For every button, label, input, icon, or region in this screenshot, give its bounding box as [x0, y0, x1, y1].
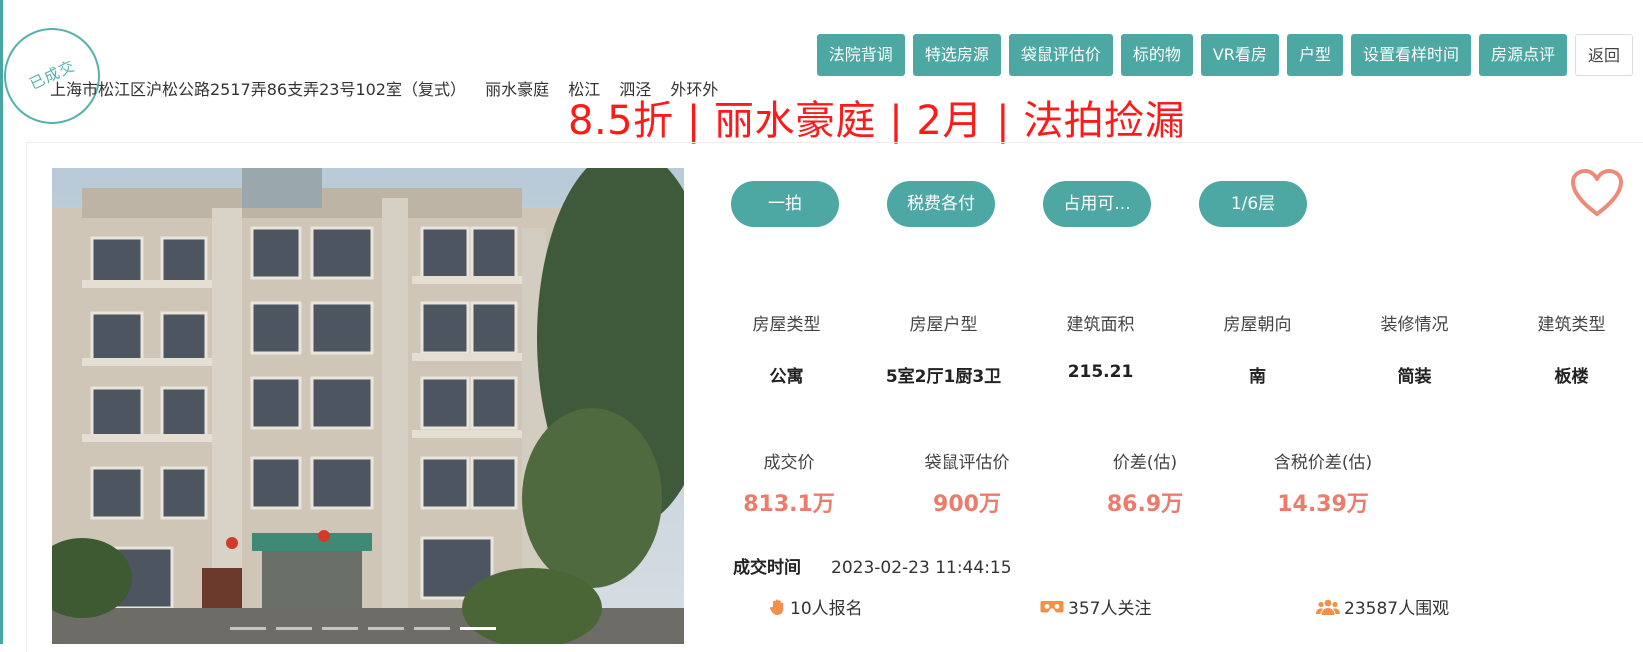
- attribute-label: 装修情况: [1380, 315, 1449, 335]
- left-accent-bar: [0, 0, 3, 644]
- engagement-stats: 10人报名 357人关注 23587人围观: [768, 594, 1588, 619]
- deal-time-label: 成交时间: [733, 558, 801, 578]
- attribute-label: 房屋朝向: [1223, 315, 1292, 335]
- listing-tags: 一拍 税费各付 占用可... 1/6层: [731, 181, 1307, 227]
- follow-count: 357人关注: [1068, 599, 1152, 619]
- valuation-button[interactable]: 袋鼠评估价: [1008, 34, 1113, 76]
- back-button[interactable]: 返回: [1574, 34, 1633, 76]
- attribute-item: 装修情况 简装: [1336, 310, 1493, 387]
- carousel-dot[interactable]: [230, 627, 266, 630]
- attribute-value: 公寓: [769, 367, 804, 387]
- follow-stat: 357人关注: [1040, 594, 1151, 619]
- group-icon: [1316, 599, 1340, 615]
- vr-tour-button[interactable]: VR看房: [1200, 34, 1279, 76]
- floorplan-button[interactable]: 户型: [1286, 34, 1343, 76]
- set-viewing-time-button[interactable]: 设置看样时间: [1350, 34, 1471, 76]
- attribute-value: 简装: [1397, 367, 1432, 387]
- price-item: 价差(估) 86.9万: [1056, 448, 1234, 518]
- auction-round-tag: 一拍: [731, 181, 839, 227]
- valuation-price-value: 900万: [933, 492, 1001, 517]
- carousel-dot-active[interactable]: [460, 627, 496, 630]
- price-diff-value: 86.9万: [1106, 492, 1184, 517]
- heart-icon[interactable]: [1570, 168, 1624, 218]
- price-label: 价差(估): [1112, 453, 1178, 473]
- address-tag: 丽水豪庭: [485, 80, 550, 99]
- vr-glasses-icon: [1040, 600, 1064, 612]
- attribute-label: 建筑类型: [1537, 315, 1606, 335]
- address-text: 上海市松江区沪松公路2517弄86支弄23号102室（复式）: [50, 80, 466, 99]
- attribute-item: 房屋类型 公寓: [708, 310, 865, 387]
- attribute-value: 5室2厅1厨3卫: [885, 367, 1002, 387]
- featured-listings-button[interactable]: 特选房源: [912, 34, 1001, 76]
- deal-price-value: 813.1万: [743, 492, 835, 517]
- attribute-item: 房屋朝向 南: [1179, 310, 1336, 387]
- price-item: 袋鼠评估价 900万: [878, 448, 1056, 518]
- headline: 8.5折 | 丽水豪庭 | 2月 | 法拍捡漏: [568, 98, 1186, 144]
- price-label: 袋鼠评估价: [924, 453, 1010, 473]
- attribute-value: 215.21: [1067, 362, 1134, 382]
- signup-stat: 10人报名: [768, 594, 863, 619]
- occupancy-tag: 占用可...: [1043, 181, 1151, 227]
- price-item: 含税价差(估) 14.39万: [1234, 448, 1412, 518]
- view-stat: 23587人围观: [1316, 594, 1449, 619]
- listing-review-button[interactable]: 房源点评: [1478, 34, 1567, 76]
- hand-icon: [769, 599, 784, 615]
- price-label: 成交价: [763, 453, 815, 473]
- price-label: 含税价差(估): [1273, 453, 1373, 473]
- attribute-item: 建筑类型 板楼: [1493, 310, 1643, 387]
- attribute-item: 建筑面积 215.21: [1022, 310, 1179, 387]
- tax-tag: 税费各付: [887, 181, 995, 227]
- attribute-value: 南: [1249, 367, 1266, 387]
- carousel-dot[interactable]: [276, 627, 312, 630]
- subject-matter-button[interactable]: 标的物: [1120, 34, 1193, 76]
- carousel-indicators: [230, 627, 496, 630]
- attribute-label: 房屋户型: [909, 315, 978, 335]
- court-check-button[interactable]: 法院背调: [816, 34, 905, 76]
- attribute-label: 房屋类型: [752, 315, 821, 335]
- carousel-dot[interactable]: [414, 627, 450, 630]
- price-item: 成交价 813.1万: [700, 448, 878, 518]
- deal-time-row: 成交时间 2023-02-23 11:44:15: [733, 553, 1012, 578]
- property-photo[interactable]: [52, 168, 684, 644]
- carousel-dot[interactable]: [322, 627, 358, 630]
- property-attributes: 房屋类型 公寓 房屋户型 5室2厅1厨3卫 建筑面积 215.21 房屋朝向 南…: [708, 310, 1628, 387]
- view-count: 23587人围观: [1344, 599, 1450, 619]
- carousel-dot[interactable]: [368, 627, 404, 630]
- attribute-label: 建筑面积: [1066, 315, 1135, 335]
- attribute-item: 房屋户型 5室2厅1厨3卫: [865, 310, 1022, 387]
- tax-price-diff-value: 14.39万: [1277, 492, 1369, 517]
- building-illustration: [52, 168, 684, 644]
- signup-count: 10人报名: [790, 599, 863, 619]
- price-summary: 成交价 813.1万 袋鼠评估价 900万 价差(估) 86.9万 含税价差(估…: [700, 448, 1412, 518]
- attribute-value: 板楼: [1554, 367, 1589, 387]
- deal-time-value: 2023-02-23 11:44:15: [831, 558, 1012, 578]
- floor-tag: 1/6层: [1199, 181, 1307, 227]
- top-nav: 法院背调 特选房源 袋鼠评估价 标的物 VR看房 户型 设置看样时间 房源点评 …: [816, 34, 1633, 76]
